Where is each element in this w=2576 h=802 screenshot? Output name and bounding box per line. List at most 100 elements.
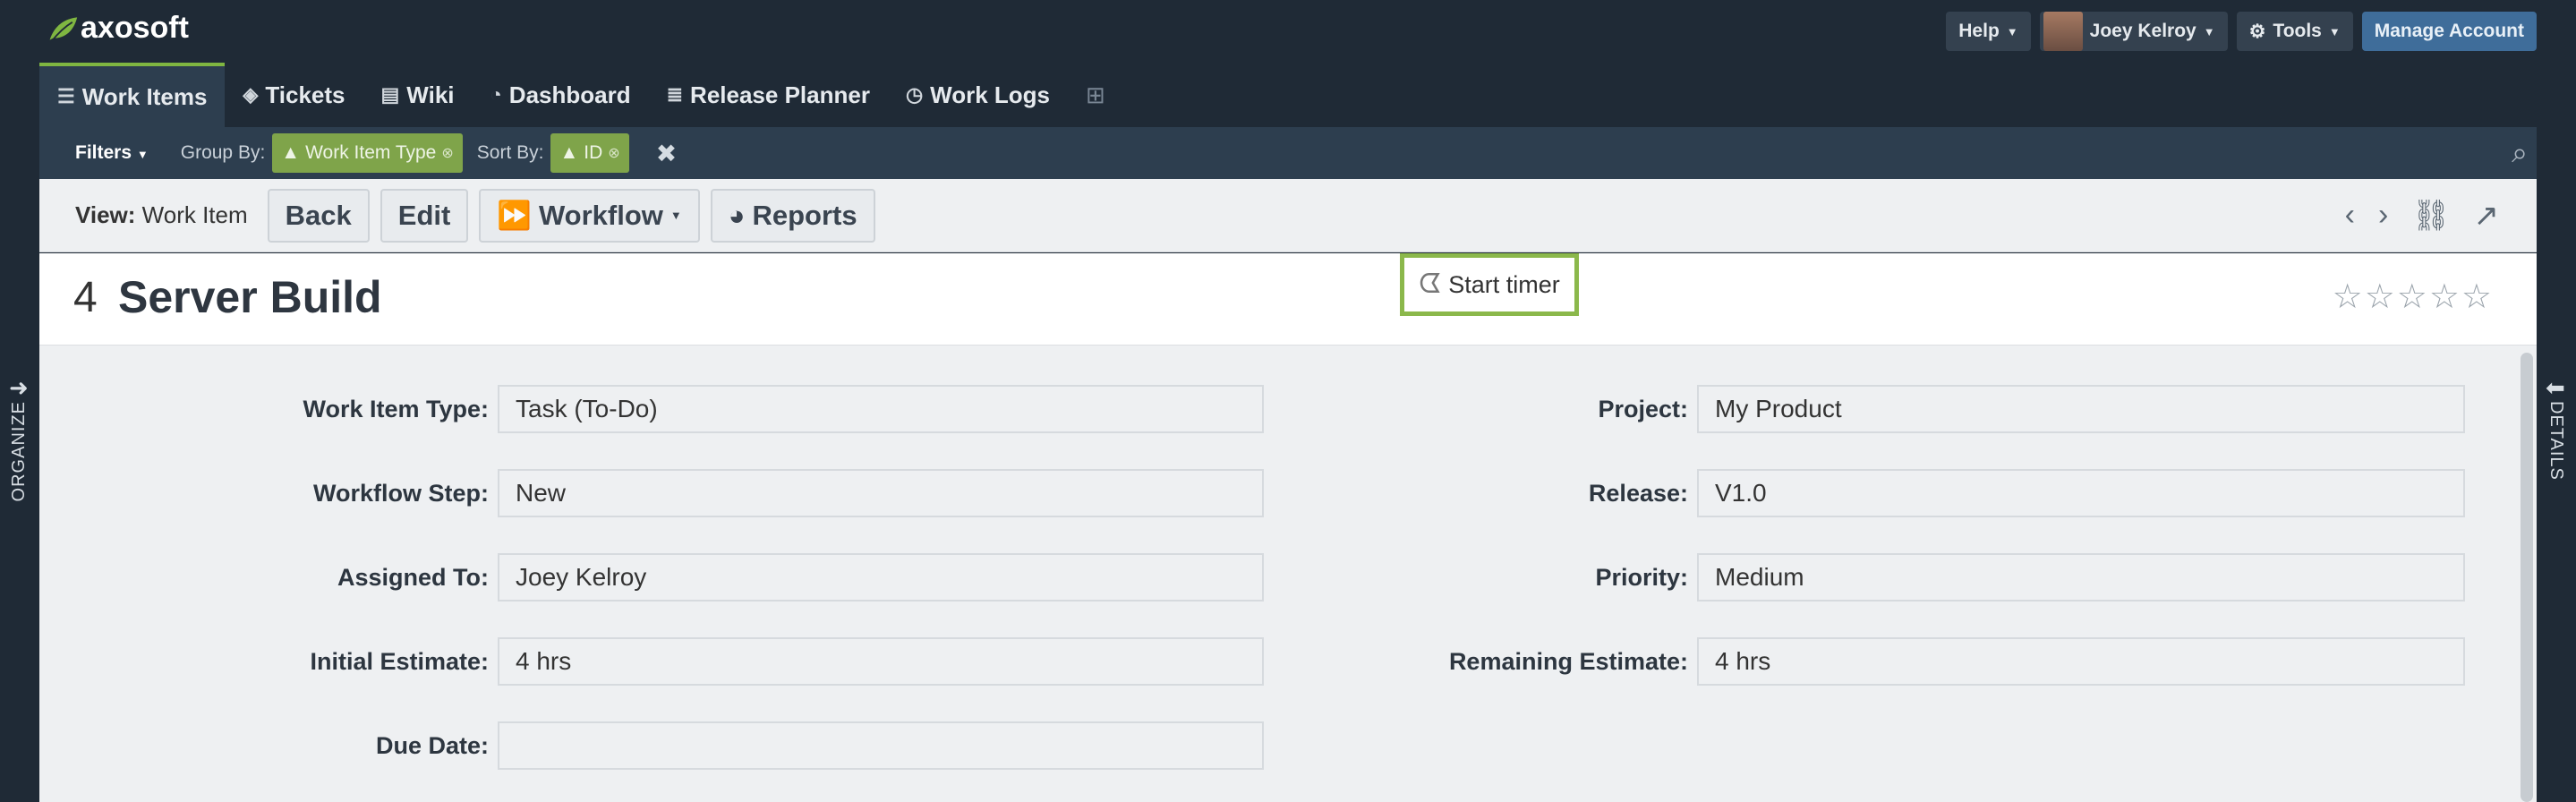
group-by-label: Group By: [180, 142, 266, 163]
tab-wiki[interactable]: ▤ Wiki [363, 63, 472, 127]
view-indicator: View: Work Item [75, 201, 248, 229]
field-label: Remaining Estimate: [1448, 647, 1688, 675]
manage-account-button[interactable]: Manage Account [2361, 12, 2537, 51]
field-label: Initial Estimate: [310, 647, 489, 675]
link-icon[interactable]: ⛓ [2411, 198, 2450, 234]
field-label: Release: [1588, 479, 1688, 507]
add-tab-icon[interactable]: ⊞ [1068, 63, 1123, 127]
release-field[interactable]: V1.0 [1697, 469, 2465, 517]
star-icon[interactable]: ☆ [2461, 278, 2494, 316]
filters-button[interactable]: Filters ▼ [75, 142, 149, 164]
star-icon[interactable]: ☆ [2333, 278, 2365, 316]
filter-bar: Filters ▼ Group By: ▲ Work Item Type ⊗ S… [39, 127, 2537, 179]
reports-label: Reports [752, 199, 857, 231]
document-icon: ▤ [380, 83, 400, 106]
leaf-icon [49, 16, 78, 42]
tools-label: Tools [2273, 21, 2322, 41]
group-by-value: Work Item Type [305, 142, 437, 163]
caret-down-icon: ▼ [670, 209, 682, 222]
remove-chip-icon[interactable]: ⊗ [441, 144, 453, 162]
avatar [2043, 12, 2083, 51]
view-label: View: [75, 201, 136, 228]
start-timer-label: Start timer [1448, 270, 1560, 298]
field-row: Workflow Step: New [39, 469, 1264, 517]
sort-asc-icon: ▲ [281, 142, 301, 163]
pie-chart-icon: ◕ [728, 199, 746, 231]
due-date-field[interactable] [498, 721, 1264, 770]
tools-menu-button[interactable]: ⚙ Tools ▼ [2236, 12, 2353, 51]
star-icon[interactable]: ☆ [2397, 278, 2429, 316]
help-menu-button[interactable]: Help ▼ [1946, 12, 2031, 51]
clear-filters-icon[interactable]: ✖ [656, 139, 677, 168]
initial-estimate-field[interactable]: 4 hrs [498, 637, 1264, 686]
field-row: Due Date: [39, 721, 1264, 770]
priority-field[interactable]: Medium [1697, 553, 2465, 602]
tab-label: Wiki [406, 81, 455, 108]
tab-tickets[interactable]: ◈ Tickets [225, 63, 363, 127]
list-icon: ☰ [57, 85, 75, 107]
filters-label: Filters [75, 142, 132, 163]
work-item-type-field[interactable]: Task (To-Do) [498, 385, 1264, 433]
field-label: Priority: [1595, 563, 1688, 591]
edit-button[interactable]: Edit [380, 188, 469, 243]
clock-icon: ◷ [905, 83, 924, 106]
details-label: DETAILS [2546, 401, 2566, 481]
chevron-right-icon[interactable]: › [2378, 198, 2388, 234]
organize-rail[interactable]: ➜ ORGANIZE [0, 179, 39, 802]
tab-label: Work Items [81, 82, 208, 110]
caret-down-icon: ▼ [2006, 24, 2018, 38]
remaining-estimate-field[interactable]: 4 hrs [1697, 637, 2465, 686]
reports-button[interactable]: ◕ Reports [710, 188, 875, 243]
tab-label: Dashboard [508, 81, 631, 108]
remove-chip-icon[interactable]: ⊗ [608, 144, 619, 162]
planner-icon: ≣ [666, 83, 684, 106]
sort-asc-icon: ▲ [559, 142, 579, 163]
workflow-step-field[interactable]: New [498, 469, 1264, 517]
tab-work-logs[interactable]: ◷ Work Logs [888, 63, 1068, 127]
top-bar: axosoft Help ▼ Joey Kelroy ▼ ⚙ Tools ▼ M… [39, 0, 2537, 63]
axosoft-logo[interactable]: axosoft [47, 11, 189, 46]
workflow-label: Workflow [538, 199, 663, 231]
tab-work-items[interactable]: ☰ Work Items [39, 63, 226, 127]
tab-label: Work Logs [930, 81, 1050, 108]
field-row: Priority: Medium [1187, 553, 2465, 602]
sort-by-label: Sort By: [476, 142, 544, 163]
sort-by-chip[interactable]: ▲ ID ⊗ [550, 133, 629, 173]
field-row: Assigned To: Joey Kelroy [39, 553, 1264, 602]
tab-dashboard[interactable]: ◔ Dashboard [473, 63, 649, 127]
details-rail[interactable]: ⬅ DETAILS [2537, 179, 2576, 802]
field-row: Remaining Estimate: 4 hrs [1187, 637, 2465, 686]
assigned-to-field[interactable]: Joey Kelroy [498, 553, 1264, 602]
group-by-chip[interactable]: ▲ Work Item Type ⊗ [272, 133, 463, 173]
star-icon[interactable]: ☆ [2365, 278, 2397, 316]
field-row: Project: My Product [1187, 385, 2465, 433]
brand-name: axosoft [81, 11, 189, 45]
chevron-left-icon[interactable]: ‹ [2345, 198, 2355, 234]
scrollbar[interactable] [2521, 353, 2533, 802]
user-name: Joey Kelroy [2089, 21, 2196, 41]
item-form: Work Item Type: Task (To-Do) Workflow St… [39, 346, 2537, 802]
field-row: Release: V1.0 [1187, 469, 2465, 517]
search-icon[interactable]: ⌕ [2512, 136, 2528, 170]
toolbar-icons: ‹ › ⛓ ↗ [2345, 198, 2499, 234]
start-timer-button[interactable]: ᗧ Start timer [1400, 253, 1579, 316]
field-label: Due Date: [375, 731, 489, 759]
expand-icon[interactable]: ↗ [2474, 198, 2500, 234]
caret-down-icon: ▼ [2328, 24, 2341, 38]
dashboard-icon: ◔ [490, 83, 502, 106]
user-menu-button[interactable]: Joey Kelroy ▼ [2039, 12, 2228, 51]
project-field[interactable]: My Product [1697, 385, 2465, 433]
back-label: Back [285, 199, 352, 231]
tab-label: Tickets [265, 81, 345, 108]
tab-release-planner[interactable]: ≣ Release Planner [649, 63, 888, 127]
item-id: 4 [73, 274, 98, 321]
star-icon[interactable]: ☆ [2429, 278, 2461, 316]
edit-label: Edit [397, 199, 451, 231]
back-button[interactable]: Back [267, 188, 370, 243]
page-title: Server Build [118, 272, 382, 322]
main-nav: ☰ Work Items ◈ Tickets ▤ Wiki ◔ Dashboar… [39, 63, 2537, 127]
item-toolbar: View: Work Item Back Edit ⏩ Workflow ▼ ◕… [39, 179, 2537, 252]
field-label: Project: [1598, 395, 1688, 422]
workflow-button[interactable]: ⏩ Workflow ▼ [479, 188, 700, 243]
star-rating[interactable]: ☆☆☆☆☆ [2333, 277, 2494, 317]
